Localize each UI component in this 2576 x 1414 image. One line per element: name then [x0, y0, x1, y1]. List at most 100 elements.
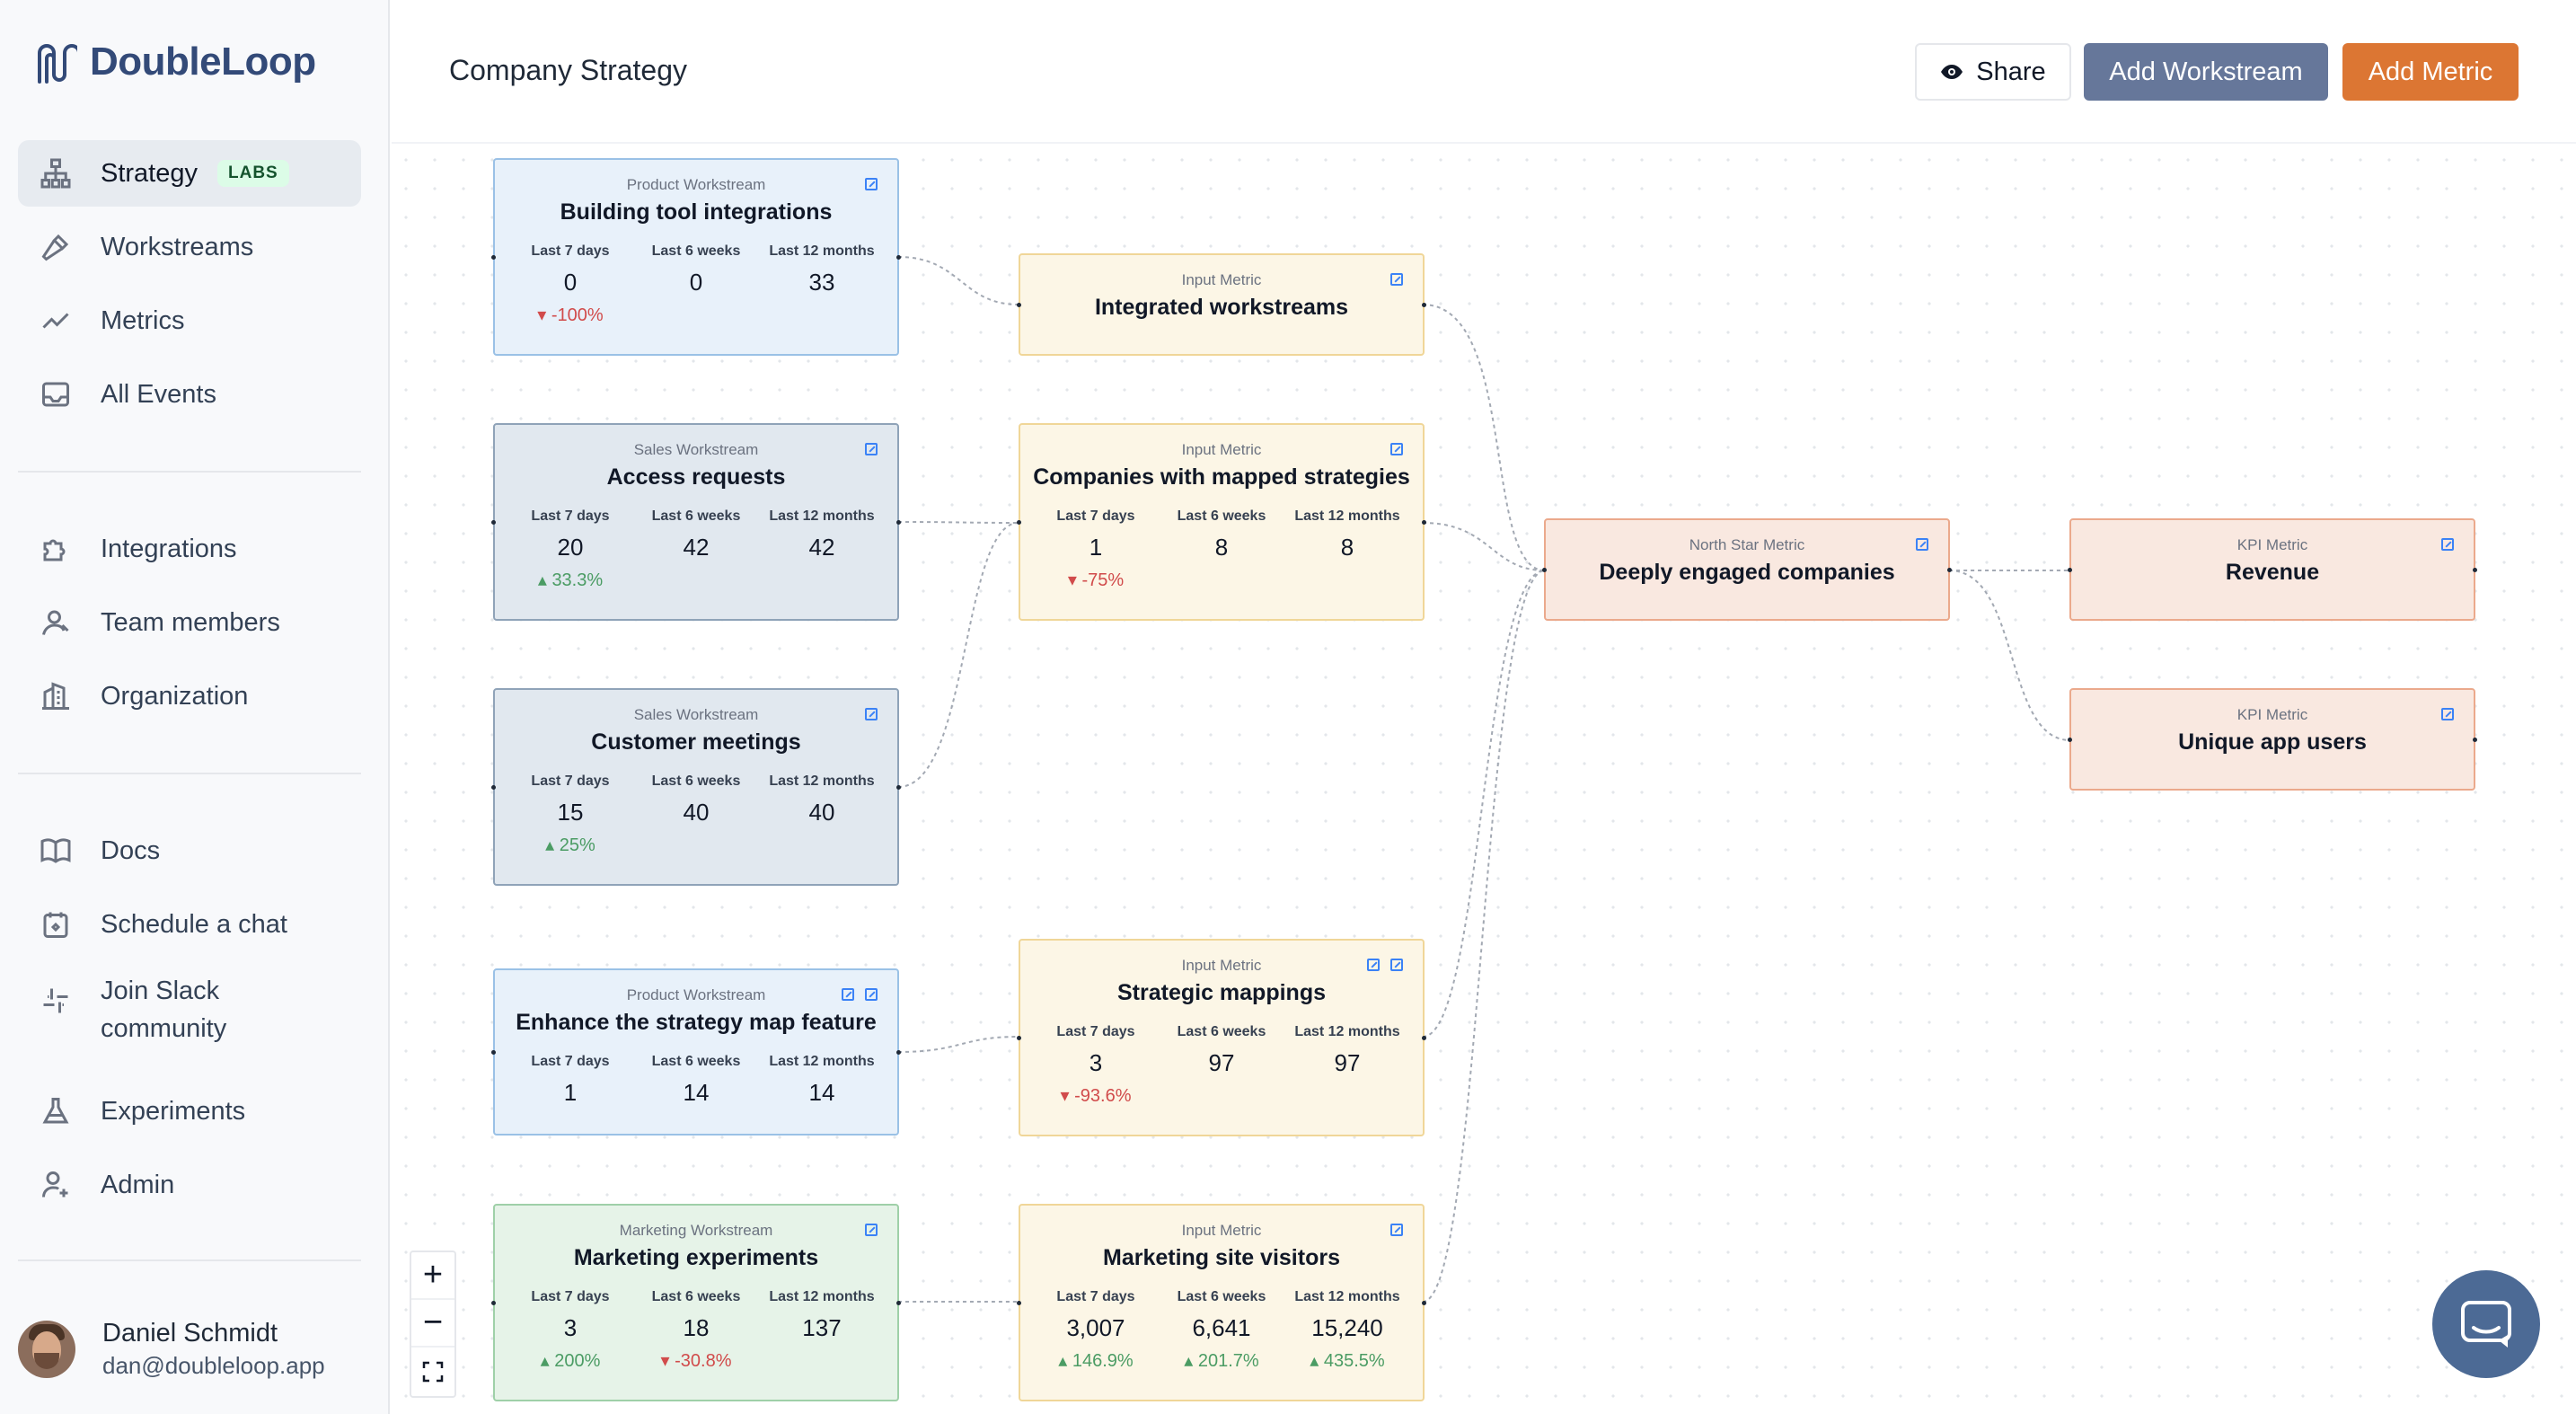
sidebar: DoubleLoop Strategy LABS Workstreams Met… — [0, 0, 390, 1414]
sidebar-item-metrics[interactable]: Metrics — [18, 287, 361, 354]
node-revenue[interactable]: KPI Metric Revenue — [2068, 518, 2477, 621]
edit-icon[interactable] — [1390, 443, 1403, 455]
trend-line-icon — [38, 303, 74, 339]
sidebar-item-team-members[interactable]: Team members — [18, 589, 361, 656]
fit-screen-icon — [422, 1361, 444, 1382]
sidebar-item-join-slack[interactable]: Join Slack community — [18, 965, 361, 1055]
stat-value: 33 — [808, 269, 835, 296]
stat-value: 15,240 — [1311, 1314, 1383, 1341]
stat-value: 40 — [808, 799, 835, 826]
zoom-out-button[interactable]: − — [411, 1300, 454, 1348]
node-companies-mapped-strategies[interactable]: Input Metric Companies with mapped strat… — [1017, 423, 1426, 621]
sidebar-item-all-events[interactable]: All Events — [18, 361, 361, 428]
stat-label: Last 12 months — [769, 773, 875, 789]
sidebar-item-label: Admin — [101, 1170, 175, 1199]
node-customer-meetings[interactable]: Sales Workstream Customer meetings Last … — [491, 688, 901, 886]
edit-icon[interactable] — [865, 988, 878, 1001]
node-type: Input Metric — [1181, 441, 1262, 458]
stat-value: 8 — [1214, 534, 1229, 561]
stat-label: Last 12 months — [1294, 1024, 1400, 1039]
stat-label: Last 12 months — [1294, 508, 1400, 524]
node-strategic-mappings[interactable]: Input Metric Strategic mappings Last 7 d… — [1017, 939, 1426, 1136]
edit-icon[interactable] — [865, 708, 878, 720]
chat-bubble-icon — [2461, 1301, 2511, 1348]
stat-label: Last 6 weeks — [1177, 1289, 1266, 1304]
node-type: Sales Workstream — [633, 441, 759, 458]
sidebar-item-label: Team members — [101, 607, 280, 637]
node-integrated-workstreams[interactable]: Input Metric Integrated workstreams — [1017, 253, 1426, 356]
brand-name: DoubleLoop — [90, 40, 316, 84]
edit-icon[interactable] — [2441, 708, 2454, 720]
edit-icon[interactable] — [1390, 1224, 1403, 1236]
book-icon — [38, 833, 74, 869]
node-unique-app-users[interactable]: KPI Metric Unique app users — [2068, 688, 2477, 791]
node-access-requests[interactable]: Sales Workstream Access requests Last 7 … — [491, 423, 901, 621]
edit-icon[interactable] — [2441, 538, 2454, 551]
external-link-icon[interactable] — [1367, 959, 1380, 971]
node-enhance-strategy-map[interactable]: Product Workstream Enhance the strategy … — [491, 968, 901, 1136]
stat-label: Last 6 weeks — [1177, 1024, 1266, 1039]
edit-icon[interactable] — [1390, 273, 1403, 286]
stat-value: 97 — [1208, 1049, 1235, 1076]
sidebar-item-docs[interactable]: Docs — [18, 817, 361, 884]
node-deeply-engaged-companies[interactable]: North Star Metric Deeply engaged compani… — [1542, 518, 1952, 621]
stat-value: 14 — [683, 1079, 710, 1106]
zoom-in-button[interactable]: + — [411, 1252, 454, 1300]
stat-change: ▾ -75% — [1067, 570, 1125, 590]
stat-change: ▾ -30.8% — [660, 1351, 732, 1371]
sidebar-item-organization[interactable]: Organization — [18, 663, 361, 729]
edit-icon[interactable] — [865, 1224, 878, 1236]
stat-value: 3 — [563, 1314, 578, 1341]
node-stats: Last 7 days 3 ▾ -93.6% Last 6 weeks 97 Last… — [1020, 1024, 1423, 1106]
sidebar-item-schedule-chat[interactable]: Schedule a chat — [18, 891, 361, 958]
zoom-controls: + − — [410, 1251, 456, 1398]
user-profile[interactable]: Daniel Schmidt dan@doubleloop.app — [18, 1319, 325, 1380]
users-icon — [38, 605, 74, 641]
external-link-icon[interactable] — [842, 988, 854, 1001]
node-name: Companies with mapped strategies — [1033, 464, 1410, 490]
brand-logo[interactable]: DoubleLoop — [34, 36, 316, 88]
fit-view-button[interactable] — [411, 1348, 454, 1395]
sidebar-item-label: Strategy — [101, 158, 198, 188]
edit-icon[interactable] — [865, 443, 878, 455]
stat-label: Last 12 months — [1294, 1289, 1400, 1304]
add-metric-button[interactable]: Add Metric — [2342, 43, 2519, 101]
sidebar-item-label: All Events — [101, 379, 216, 409]
stat-label: Last 12 months — [769, 1054, 875, 1069]
sidebar-item-strategy[interactable]: Strategy LABS — [18, 140, 361, 207]
eye-icon — [1941, 65, 1963, 79]
node-name: Marketing site visitors — [1103, 1245, 1340, 1270]
node-building-tool-integrations[interactable]: Product Workstream Building tool integra… — [491, 158, 901, 356]
edit-icon[interactable] — [1390, 959, 1403, 971]
node-stats: Last 7 days 0 ▾ -100% Last 6 weeks 0 Last 1… — [495, 243, 897, 325]
node-name: Revenue — [2225, 560, 2320, 585]
flask-icon — [38, 1093, 74, 1129]
stat-value: 42 — [808, 534, 835, 561]
node-marketing-experiments[interactable]: Marketing Workstream Marketing experimen… — [491, 1204, 901, 1401]
sidebar-item-admin[interactable]: Admin — [18, 1152, 361, 1218]
sidebar-item-workstreams[interactable]: Workstreams — [18, 214, 361, 280]
add-workstream-button[interactable]: Add Workstream — [2084, 43, 2328, 101]
sidebar-item-label: Workstreams — [101, 232, 254, 261]
sidebar-item-experiments[interactable]: Experiments — [18, 1078, 361, 1144]
node-name: Building tool integrations — [560, 199, 833, 225]
share-button[interactable]: Share — [1915, 43, 2071, 101]
slack-icon — [38, 983, 74, 1019]
sidebar-item-integrations[interactable]: Integrations — [18, 516, 361, 582]
stat-label: Last 12 months — [769, 1289, 875, 1304]
stat-label: Last 12 months — [769, 243, 875, 259]
building-icon — [38, 678, 74, 714]
node-stats: Last 7 days 1 ▾ -75% Last 6 weeks 8 Last 12… — [1020, 508, 1423, 590]
node-marketing-site-visitors[interactable]: Input Metric Marketing site visitors Las… — [1017, 1204, 1426, 1401]
edit-icon[interactable] — [1916, 538, 1928, 551]
chat-launcher-button[interactable] — [2432, 1270, 2540, 1378]
stat-change: ▾ -100% — [537, 305, 604, 325]
node-name: Customer meetings — [591, 729, 801, 755]
sidebar-item-label: Experiments — [101, 1096, 246, 1126]
stat-label: Last 6 weeks — [651, 1054, 741, 1069]
stat-change: ▾ -93.6% — [1060, 1086, 1132, 1106]
stat-value: 20 — [557, 534, 584, 561]
edit-icon[interactable] — [865, 178, 878, 190]
stat-change: ▴ 200% — [540, 1351, 601, 1371]
stat-value: 3,007 — [1066, 1314, 1125, 1341]
